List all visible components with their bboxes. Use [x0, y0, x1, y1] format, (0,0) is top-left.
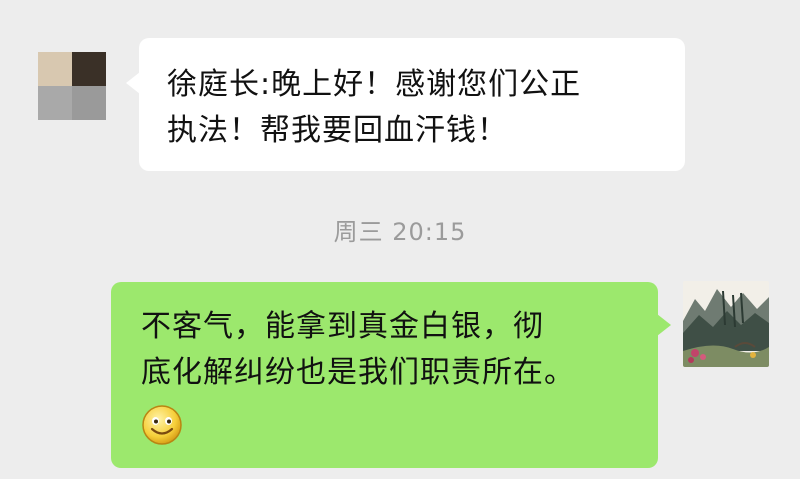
incoming-message-text: 徐庭长:晚上好！感谢您们公正 执法！帮我要回血汗钱！ [167, 67, 582, 148]
avatar-pixel [38, 86, 72, 120]
outgoing-message-bubble[interactable]: 不客气，能拿到真金白银，彻 底化解纠纷也是我们职责所在。 [111, 282, 671, 468]
self-avatar[interactable] [683, 281, 769, 367]
smile-emoji-icon [141, 404, 183, 446]
incoming-message-bubble[interactable]: 徐庭长:晚上好！感谢您们公正 执法！帮我要回血汗钱！ [126, 38, 685, 171]
avatar-pixel [72, 52, 106, 86]
sender-avatar[interactable] [38, 52, 106, 120]
avatar-pixel [38, 52, 72, 86]
avatar-pixel [72, 86, 106, 120]
message-timestamp: 周三 20:15 [333, 218, 467, 246]
chat-view: 徐庭长:晚上好！感谢您们公正 执法！帮我要回血汗钱！ 周三 20:15 不客气，… [0, 0, 800, 479]
landscape-painting-avatar-icon [683, 281, 769, 367]
outgoing-message-text: 不客气，能拿到真金白银，彻 底化解纠纷也是我们职责所在。 [141, 309, 575, 390]
